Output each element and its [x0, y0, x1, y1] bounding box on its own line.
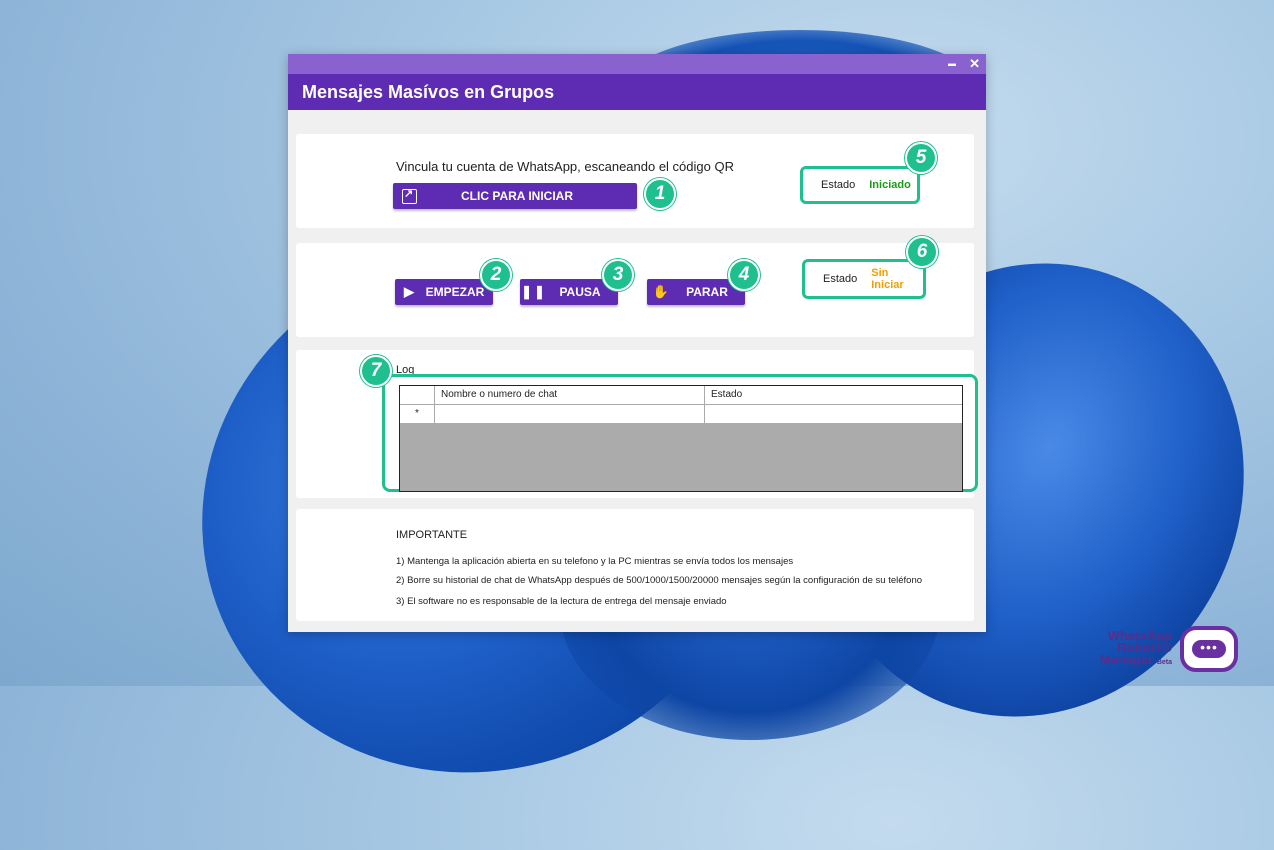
step-badge-1: 1 — [644, 178, 676, 210]
cell-chat[interactable] — [435, 405, 705, 423]
step-badge-6: 6 — [906, 236, 938, 268]
log-panel: Log Nombre o numero de chat Estado * 7 — [296, 350, 978, 498]
step-badge-4: 4 — [728, 259, 760, 291]
status-key: Estado — [821, 179, 856, 191]
start-session-label: CLIC PARA INICIAR — [461, 189, 573, 203]
log-highlight: Nombre o numero de chat Estado * — [382, 374, 978, 492]
important-item: 2) Borre su historial de chat de WhatsAp… — [396, 575, 923, 586]
logo-tag: Beta — [1156, 659, 1172, 666]
controls-panel: ▶ EMPEZAR 2 ❚❚ PAUSA 3 ✋ PARAR 4 Estado … — [296, 236, 974, 337]
important-panel: IMPORTANTE 1) Mantenga la aplicación abi… — [296, 509, 974, 621]
status-key: Estado — [823, 273, 858, 285]
app-window: ▬ ✕ Mensajes Masívos en Grupos Vincula t… — [288, 54, 986, 632]
step-badge-3: 3 — [602, 259, 634, 291]
minimize-button[interactable]: ▬ — [948, 55, 956, 73]
robot-icon: ••• — [1180, 626, 1238, 672]
column-header-status[interactable]: Estado — [705, 386, 962, 404]
play-icon: ▶ — [404, 284, 414, 299]
step-badge-7: 7 — [360, 355, 392, 387]
status-value: Sin Iniciar — [871, 267, 904, 291]
header-row-selector — [400, 386, 435, 404]
title-bar: ▬ ✕ — [288, 54, 986, 74]
column-header-chat[interactable]: Nombre o numero de chat — [435, 386, 705, 404]
process-status-box: Estado Sin Iniciar — [802, 259, 926, 299]
chat-dots-icon: ••• — [1192, 640, 1226, 658]
start-label: EMPEZAR — [425, 285, 485, 299]
step-badge-5: 5 — [905, 142, 937, 174]
new-row-marker: * — [400, 405, 435, 423]
important-title: IMPORTANTE — [396, 529, 468, 541]
status-value: Iniciado — [869, 179, 911, 191]
log-grid[interactable]: Nombre o numero de chat Estado * — [399, 385, 963, 492]
start-button[interactable]: ▶ EMPEZAR — [395, 279, 493, 305]
close-button[interactable]: ✕ — [969, 55, 980, 73]
connection-status-box: Estado Iniciado — [800, 166, 920, 204]
qr-instruction: Vincula tu cuenta de WhatsApp, escaneand… — [396, 159, 734, 174]
cell-status[interactable] — [705, 405, 962, 423]
important-item: 3) El software no es responsable de la l… — [396, 596, 727, 607]
step-badge-2: 2 — [480, 259, 512, 291]
pause-icon: ❚❚ — [521, 284, 547, 299]
brand-logo: WhatsApp Robot+® Manager Beta ••• — [1096, 626, 1272, 684]
window-title: Mensajes Masívos en Grupos — [288, 74, 986, 110]
start-session-button[interactable]: CLIC PARA INICIAR — [393, 183, 637, 209]
open-external-icon — [402, 187, 417, 204]
new-row[interactable]: * — [400, 405, 962, 423]
connect-panel: Vincula tu cuenta de WhatsApp, escaneand… — [296, 134, 974, 228]
grid-header: Nombre o numero de chat Estado — [400, 386, 962, 405]
logo-line-3-text: Manager — [1099, 652, 1154, 667]
brand-logo-text: WhatsApp Robot+® Manager Beta — [1098, 629, 1172, 669]
important-item: 1) Mantenga la aplicación abierta en su … — [396, 556, 794, 567]
hand-stop-icon: ✋ — [652, 284, 670, 299]
logo-line-3: Manager Beta — [1098, 652, 1172, 669]
